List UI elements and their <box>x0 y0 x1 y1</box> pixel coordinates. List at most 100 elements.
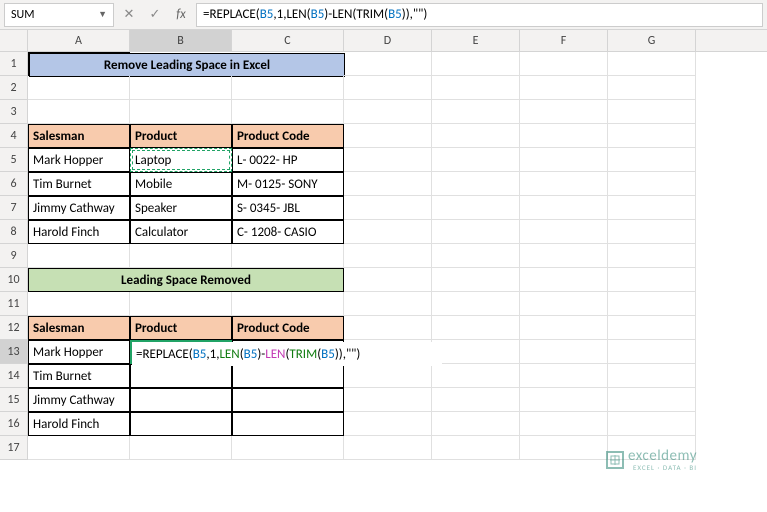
row-header[interactable]: 4 <box>0 124 28 148</box>
cell[interactable] <box>130 100 232 124</box>
cell[interactable] <box>520 268 608 292</box>
cell[interactable] <box>432 316 520 340</box>
column-header-G[interactable]: G <box>608 30 696 51</box>
cell[interactable]: Salesman <box>28 316 130 340</box>
cell[interactable] <box>28 292 130 316</box>
cell[interactable] <box>344 124 432 148</box>
cell[interactable]: Harold Finch <box>28 220 130 244</box>
cell[interactable] <box>232 244 344 268</box>
cell[interactable] <box>608 340 696 364</box>
cell[interactable] <box>608 316 696 340</box>
cell[interactable] <box>520 364 608 388</box>
cell[interactable]: =REPLACE(B5,1,LEN(B5)-LEN(TRIM(B5)),"") <box>130 340 232 364</box>
cell[interactable] <box>344 292 432 316</box>
row-header[interactable]: 16 <box>0 412 28 436</box>
cell[interactable] <box>520 340 608 364</box>
cell[interactable]: C- 1208- CASIO <box>232 220 344 244</box>
cell[interactable] <box>28 76 130 100</box>
column-header-C[interactable]: C <box>232 30 344 51</box>
select-all-corner[interactable] <box>0 30 28 51</box>
cell[interactable] <box>432 412 520 436</box>
cell[interactable] <box>608 412 696 436</box>
row-header[interactable]: 2 <box>0 76 28 100</box>
cell[interactable] <box>344 388 432 412</box>
column-header-A[interactable]: A <box>28 30 130 51</box>
cell[interactable] <box>432 364 520 388</box>
cell[interactable] <box>520 412 608 436</box>
cell[interactable] <box>344 76 432 100</box>
cell[interactable] <box>608 364 696 388</box>
cell[interactable] <box>130 436 232 460</box>
cell[interactable] <box>130 364 232 388</box>
row-header[interactable]: 5 <box>0 148 28 172</box>
cell[interactable] <box>344 412 432 436</box>
cell[interactable] <box>28 100 130 124</box>
cell[interactable] <box>520 52 608 76</box>
cell[interactable]: M- 0125- SONY <box>232 172 344 196</box>
cell[interactable]: Harold Finch <box>28 412 130 436</box>
cell[interactable] <box>232 76 344 100</box>
cell[interactable] <box>608 148 696 172</box>
cell[interactable] <box>608 292 696 316</box>
table-header[interactable]: Salesman <box>28 124 130 148</box>
row-header[interactable]: 15 <box>0 388 28 412</box>
row-header[interactable]: 11 <box>0 292 28 316</box>
cell[interactable] <box>520 244 608 268</box>
cell[interactable] <box>28 244 130 268</box>
cell[interactable]: Tim Burnet <box>28 364 130 388</box>
cell[interactable] <box>520 220 608 244</box>
row-header[interactable]: 17 <box>0 436 28 460</box>
cell[interactable] <box>432 76 520 100</box>
cell[interactable]: L- 0022- HP <box>232 148 344 172</box>
cell[interactable] <box>520 124 608 148</box>
confirm-icon[interactable]: ✓ <box>144 4 166 26</box>
cell[interactable] <box>232 292 344 316</box>
column-header-F[interactable]: F <box>520 30 608 51</box>
cell[interactable] <box>520 172 608 196</box>
cell[interactable] <box>130 388 232 412</box>
cell[interactable] <box>130 244 232 268</box>
row-header[interactable]: 1 <box>0 52 28 76</box>
row-header[interactable]: 13 <box>0 340 28 364</box>
cell[interactable] <box>432 196 520 220</box>
cell[interactable] <box>520 76 608 100</box>
cell[interactable] <box>432 340 520 364</box>
row-header[interactable]: 3 <box>0 100 28 124</box>
cancel-icon[interactable]: ✕ <box>118 4 140 26</box>
cell[interactable] <box>432 388 520 412</box>
name-box[interactable]: SUM ▼ <box>4 3 114 27</box>
cell[interactable] <box>432 220 520 244</box>
cell[interactable] <box>344 244 432 268</box>
table-header[interactable]: Product Code <box>232 124 344 148</box>
cell[interactable]: Remove Leading Space in Excel <box>28 52 130 76</box>
cell[interactable] <box>520 292 608 316</box>
cell[interactable] <box>344 268 432 292</box>
row-header[interactable]: 8 <box>0 220 28 244</box>
cell[interactable] <box>432 124 520 148</box>
cell[interactable]: Mark Hopper <box>28 340 130 364</box>
cell[interactable] <box>28 436 130 460</box>
cell[interactable] <box>130 292 232 316</box>
cell[interactable] <box>232 388 344 412</box>
cell[interactable]: Laptop <box>130 148 232 172</box>
column-header-E[interactable]: E <box>432 30 520 51</box>
row-header[interactable]: 12 <box>0 316 28 340</box>
column-header-B[interactable]: B <box>130 30 232 51</box>
cell[interactable] <box>232 364 344 388</box>
cell[interactable] <box>432 100 520 124</box>
cell[interactable] <box>344 436 432 460</box>
cell-formula-editing[interactable]: =REPLACE(B5,1,LEN(B5)-LEN(TRIM(B5)),"") <box>132 342 442 366</box>
cell[interactable] <box>608 388 696 412</box>
cell[interactable]: S- 0345- JBL <box>232 196 344 220</box>
row-header[interactable]: 10 <box>0 268 28 292</box>
row-header[interactable]: 7 <box>0 196 28 220</box>
cell[interactable] <box>520 316 608 340</box>
cell[interactable] <box>344 316 432 340</box>
row-header[interactable]: 14 <box>0 364 28 388</box>
cell[interactable]: Jimmy Cathway <box>28 196 130 220</box>
cell[interactable]: Product Code <box>232 316 344 340</box>
cell[interactable] <box>608 172 696 196</box>
cell[interactable] <box>432 292 520 316</box>
cell[interactable] <box>520 148 608 172</box>
chevron-down-icon[interactable]: ▼ <box>98 9 107 20</box>
